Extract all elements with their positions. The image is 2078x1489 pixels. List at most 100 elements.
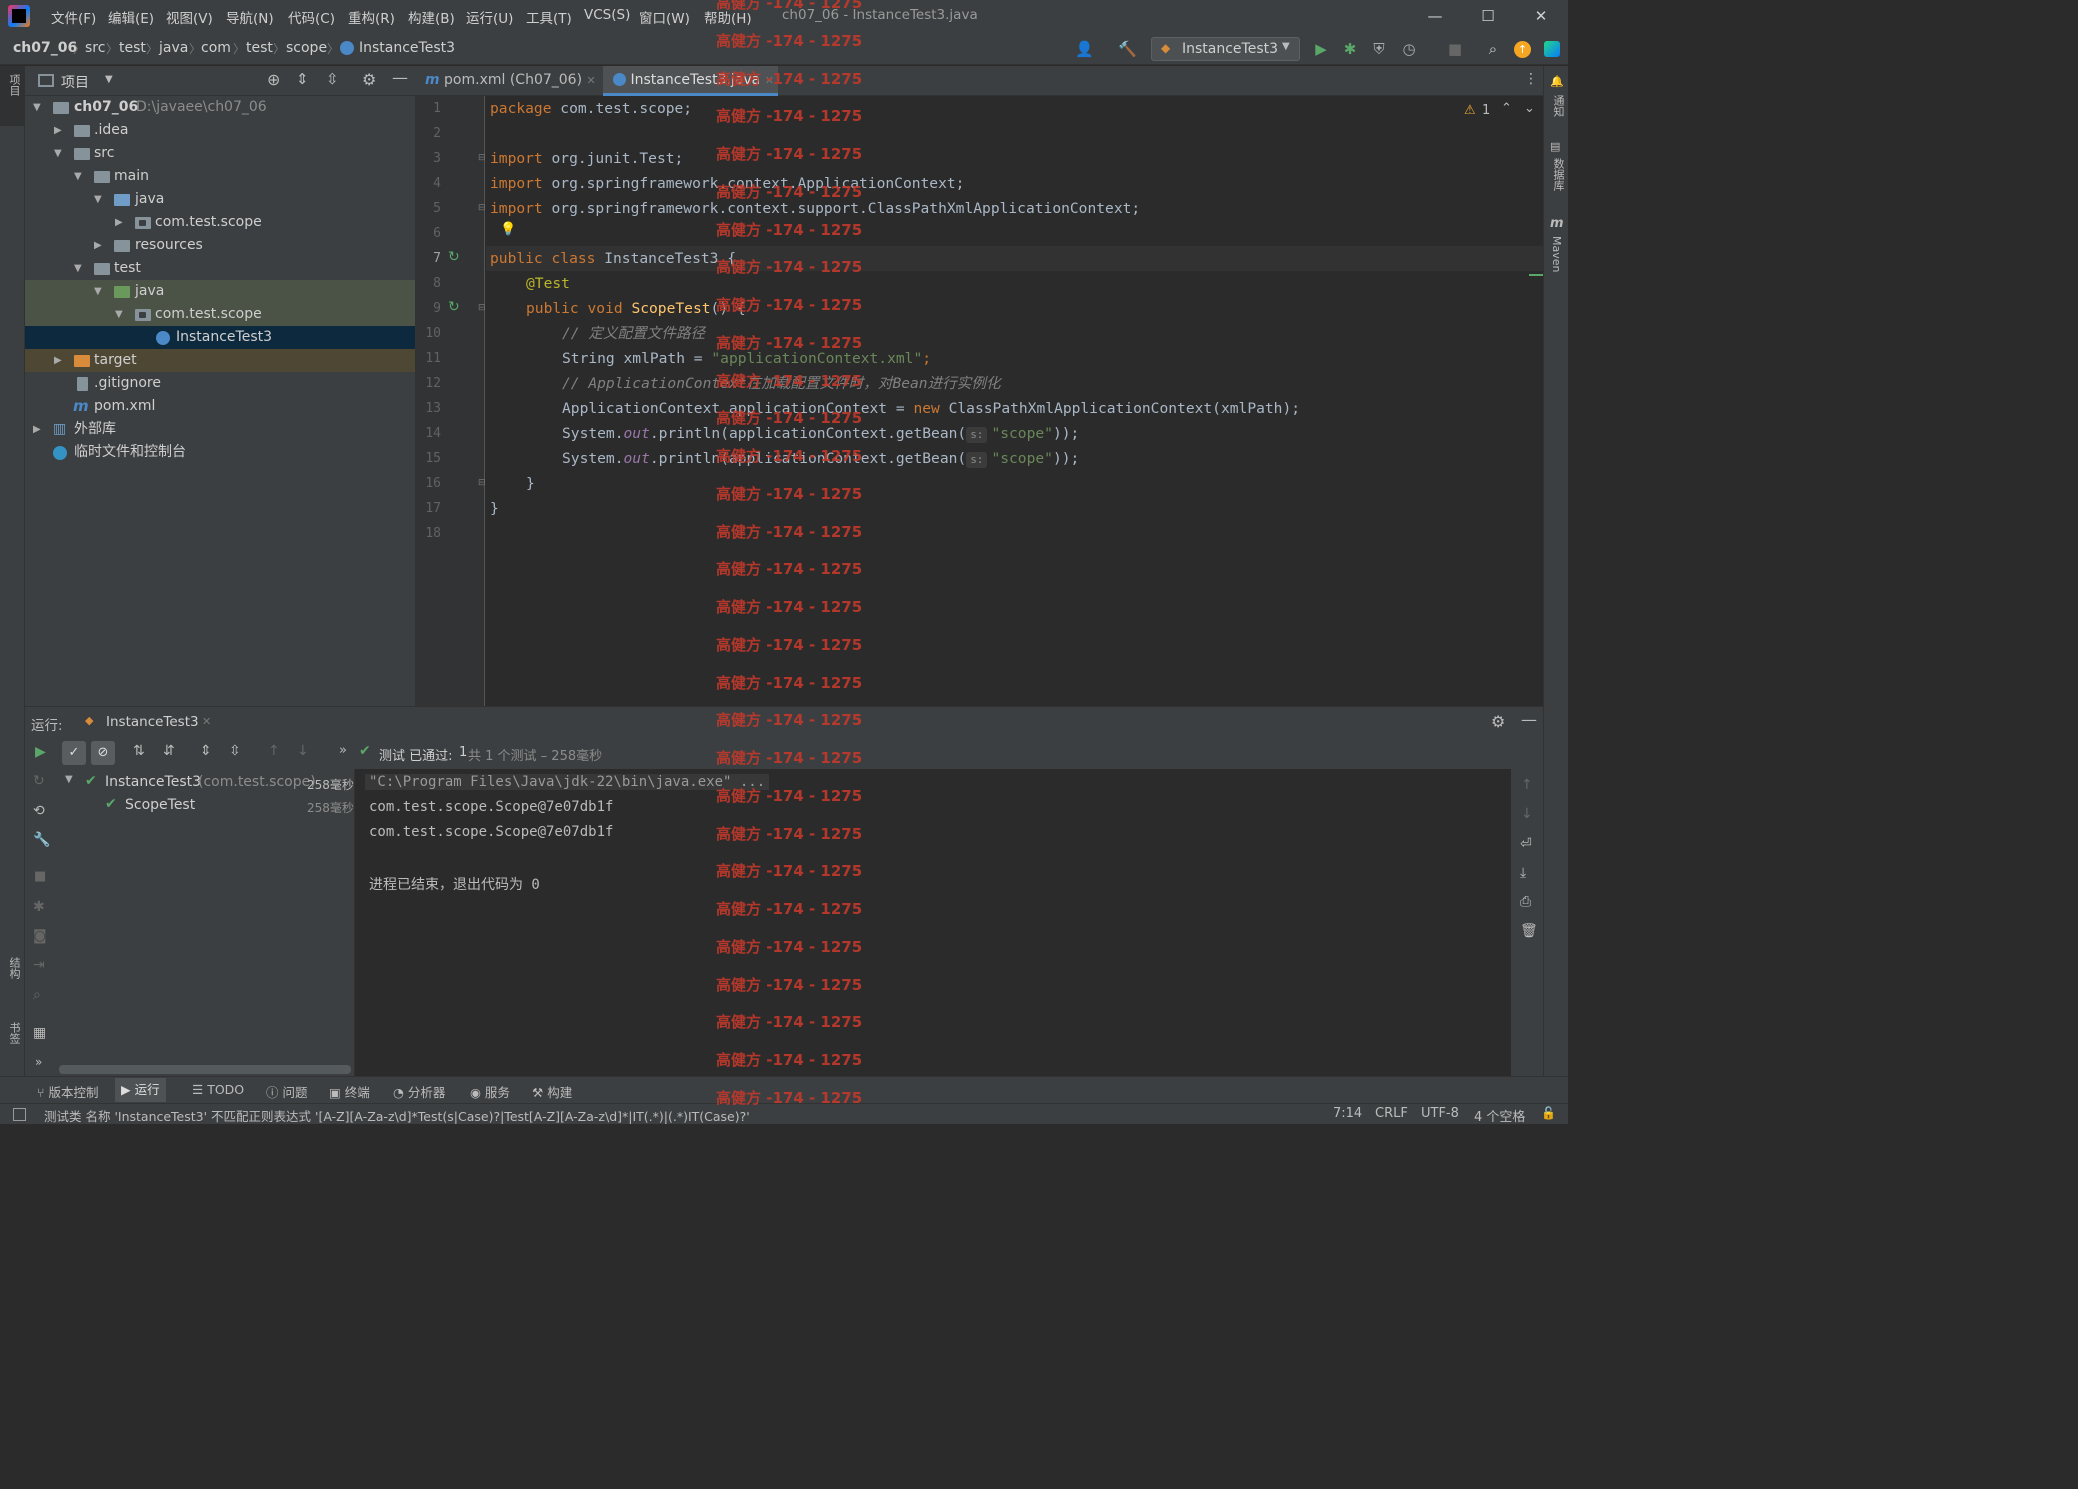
expand-all-icon[interactable]: ⇕ <box>200 743 212 759</box>
fold-icon[interactable]: ⊟ <box>478 478 486 488</box>
caret-position[interactable]: 7:14 <box>1333 1106 1362 1121</box>
breadcrumb-test-pkg[interactable]: test <box>246 40 273 56</box>
maximize-icon[interactable]: ☐ <box>1468 4 1508 28</box>
tree-item-test-java[interactable]: ▼ java <box>25 280 415 303</box>
breadcrumb-class[interactable]: InstanceTest3 <box>359 40 455 56</box>
tree-item-external-libraries[interactable]: ▶ ▥ 外部库 <box>25 418 415 441</box>
tree-item-scratches[interactable]: 临时文件和控制台 <box>25 441 415 464</box>
status-message[interactable]: 测试类 名称 'InstanceTest3' 不匹配正则表达式 '[A-Z][A… <box>44 1106 750 1125</box>
more-icon[interactable]: » <box>339 743 347 758</box>
menu-file[interactable]: 文件(F) <box>51 7 96 27</box>
run-icon[interactable]: ▶ <box>1312 40 1330 58</box>
locate-icon[interactable]: ⊕ <box>267 70 280 89</box>
toggle-tool-windows-icon[interactable] <box>13 1108 26 1121</box>
debug-icon[interactable]: ✱ <box>1341 40 1359 58</box>
next-test-icon[interactable]: ↓ <box>297 743 309 759</box>
tree-item-resources[interactable]: ▶ resources <box>25 234 415 257</box>
run-test-gutter-icon[interactable]: ↻ <box>448 299 460 315</box>
menu-run[interactable]: 运行(U) <box>466 7 513 27</box>
tree-item-project-root[interactable]: ▼ ch07_06 D:\javaee\ch07_06 <box>25 96 415 119</box>
expand-all-icon[interactable]: ⇕ <box>296 70 309 88</box>
project-panel-title[interactable]: 项目 <box>61 72 89 92</box>
fold-icon[interactable]: ⊟ <box>478 153 486 163</box>
sort-alpha-icon[interactable]: ⇅ <box>133 743 145 759</box>
close-tab-icon[interactable]: ✕ <box>202 715 211 728</box>
chevron-right-icon[interactable]: ▶ <box>33 418 45 441</box>
tree-item-idea[interactable]: ▶ .idea <box>25 119 415 142</box>
chevron-down-icon[interactable]: ▼ <box>105 74 113 85</box>
arrow-up-icon[interactable]: ↑ <box>1521 777 1533 793</box>
menu-vcs[interactable]: VCS(S) <box>584 7 630 23</box>
chevron-down-icon[interactable]: ▼ <box>74 165 86 188</box>
tab-version-control[interactable]: ⑂ 版本控制 <box>37 1082 99 1101</box>
breadcrumb-src[interactable]: src <box>85 40 105 56</box>
tab-run[interactable]: ▶ 运行 <box>115 1078 166 1102</box>
hide-panel-icon[interactable]: — <box>392 68 408 87</box>
tree-item-instancetest3[interactable]: InstanceTest3 <box>25 326 415 349</box>
tab-services[interactable]: ◉ 服务 <box>470 1082 510 1101</box>
tab-build[interactable]: ⚒ 构建 <box>532 1082 572 1101</box>
tab-problems[interactable]: ⓘ 问题 <box>266 1082 308 1101</box>
close-icon[interactable]: ✕ <box>1521 4 1561 28</box>
fold-icon[interactable]: ⊟ <box>478 303 486 313</box>
lightbulb-icon[interactable]: 💡 <box>500 222 516 237</box>
menu-tools[interactable]: 工具(T) <box>526 7 572 27</box>
tab-pom[interactable]: m pom.xml (Ch07_06) ✕ <box>415 66 600 96</box>
stop-icon[interactable]: ■ <box>34 869 46 884</box>
chevron-down-icon[interactable]: ⌄ <box>1524 101 1535 116</box>
toggle-auto-test-icon[interactable]: ⟲ <box>33 803 45 819</box>
bookmarks-tool-tab[interactable]: 书签 <box>0 1016 25 1071</box>
show-passed-icon[interactable]: ✓ <box>62 741 86 765</box>
chevron-down-icon[interactable]: ▼ <box>33 96 45 119</box>
menu-edit[interactable]: 编辑(E) <box>108 7 154 27</box>
update-icon[interactable]: ↑ <box>1514 41 1531 58</box>
more-icon[interactable]: » <box>35 1055 42 1069</box>
breadcrumb-java[interactable]: java <box>159 40 188 56</box>
tree-item-test[interactable]: ▼ test <box>25 257 415 280</box>
tree-item-main-package[interactable]: ▶ com.test.scope <box>25 211 415 234</box>
tab-todo[interactable]: ☰ TODO <box>192 1082 244 1097</box>
breadcrumb-test[interactable]: test <box>119 40 146 56</box>
wrench-icon[interactable]: 🔧 <box>33 832 50 848</box>
lock-icon[interactable]: 🔓 <box>1541 1106 1556 1120</box>
gear-icon[interactable]: ⚙ <box>362 70 376 89</box>
coverage-icon[interactable]: ⛨ <box>1370 40 1388 58</box>
tree-item-test-package[interactable]: ▼ com.test.scope <box>25 303 415 326</box>
search-icon[interactable]: ⌕ <box>1484 40 1502 58</box>
warning-icon[interactable]: ⚠ <box>1464 103 1476 118</box>
horizontal-scrollbar[interactable] <box>59 1065 351 1074</box>
tree-item-main[interactable]: ▼ main <box>25 165 415 188</box>
tree-item-pom[interactable]: m pom.xml <box>25 395 415 418</box>
print-icon[interactable]: ⎙ <box>1520 894 1531 910</box>
rerun-failed-icon[interactable]: ↻ <box>33 773 45 789</box>
more-options-icon[interactable]: ⋮ <box>1524 71 1538 87</box>
chevron-right-icon[interactable]: ▶ <box>54 119 66 142</box>
chevron-down-icon[interactable]: ▼ <box>74 257 86 280</box>
chevron-up-icon[interactable]: ⌃ <box>1501 101 1512 116</box>
arrow-down-icon[interactable]: ↓ <box>1521 806 1533 822</box>
breadcrumb-project[interactable]: ch07_06 <box>13 40 77 56</box>
console-output[interactable]: "C:\Program Files\Java\jdk-22\bin\java.e… <box>356 769 1511 1076</box>
menu-window[interactable]: 窗口(W) <box>639 7 690 27</box>
run-test-gutter-icon[interactable]: ↻ <box>448 249 460 265</box>
tree-item-gitignore[interactable]: .gitignore <box>25 372 415 395</box>
soft-wrap-icon[interactable]: ⏎ <box>1520 836 1532 852</box>
fold-icon[interactable]: ⊟ <box>478 203 486 213</box>
rerun-icon[interactable]: ▶ <box>35 744 46 760</box>
structure-tool-tab[interactable]: 结构 <box>0 951 25 1011</box>
test-row-class[interactable]: ▼ ✔ InstanceTest3 (com.test.scope) 258毫秒 <box>57 772 355 795</box>
chevron-down-icon[interactable]: ▼ <box>94 188 106 211</box>
run-tab-label[interactable]: InstanceTest3 <box>106 714 199 730</box>
user-icon[interactable]: 👤 <box>1075 40 1094 58</box>
menu-view[interactable]: 视图(V) <box>166 7 213 27</box>
menu-navigate[interactable]: 导航(N) <box>226 7 274 27</box>
file-encoding[interactable]: UTF-8 <box>1421 1106 1459 1121</box>
gear-icon[interactable]: ⚙ <box>1491 712 1505 731</box>
menu-build[interactable]: 构建(B) <box>408 7 455 27</box>
chevron-down-icon[interactable]: ▼ <box>54 142 66 165</box>
trash-icon[interactable]: 🗑 <box>1520 923 1538 939</box>
tab-profiler[interactable]: ◔ 分析器 <box>393 1082 445 1101</box>
collapse-all-icon[interactable]: ⇳ <box>326 70 339 88</box>
sort-duration-icon[interactable]: ⇵ <box>163 743 175 759</box>
close-tab-icon[interactable]: ✕ <box>587 74 596 87</box>
